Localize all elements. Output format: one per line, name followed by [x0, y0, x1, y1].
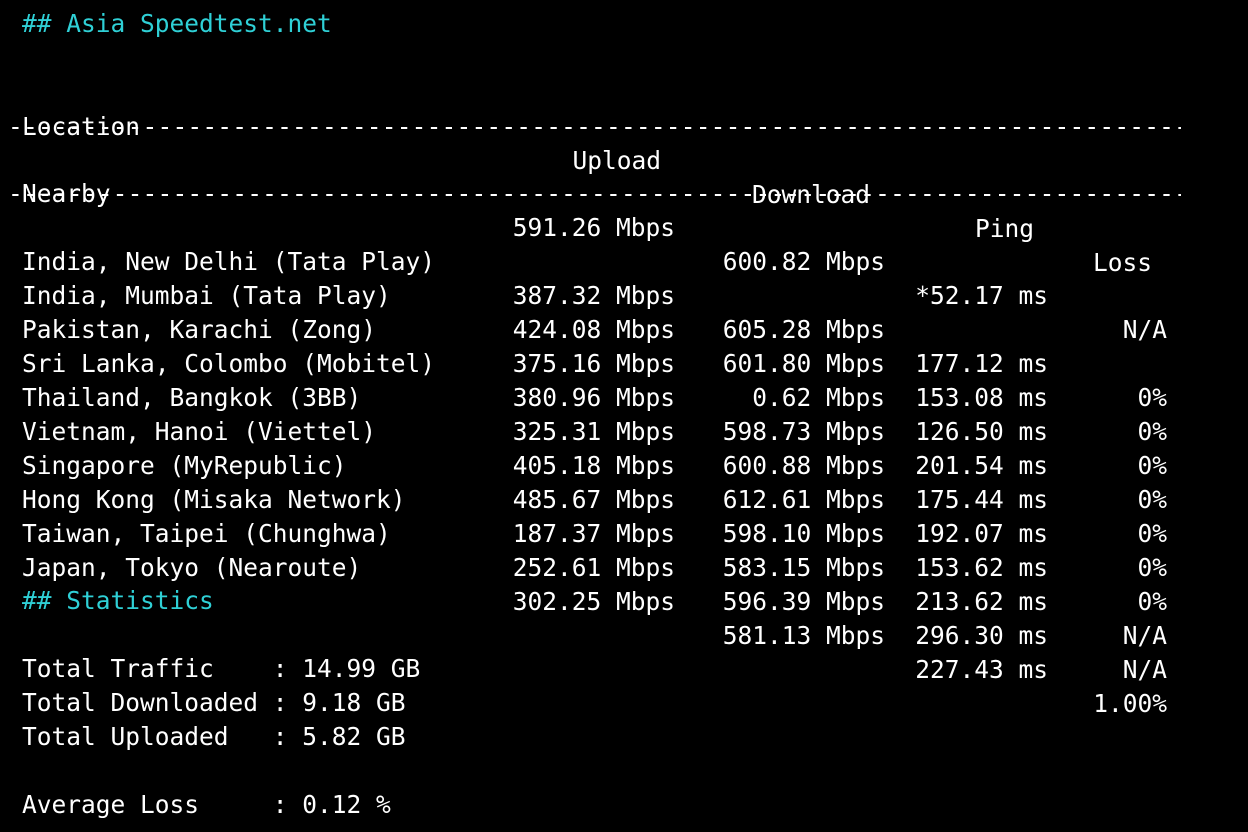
row-loss: N/A: [1122, 621, 1167, 650]
table-row: Singapore (MyRepublic) 485.67 Mbps 598.1…: [0, 415, 1248, 616]
table-row: India, Mumbai (Tata Play) 424.08 Mbps 60…: [0, 245, 1248, 446]
table-row: Taiwan, Taipei (Chunghwa) 252.61 Mbps 59…: [0, 483, 1248, 684]
row-ping: 296.30 ms: [915, 621, 1048, 650]
table-header: Location Upload Download Ping Loss: [0, 76, 1248, 277]
row-loss: 0%: [1137, 587, 1167, 616]
table-row: Thailand, Bangkok (3BB) 325.31 Mbps 600.…: [0, 347, 1248, 548]
row-loss: 1.00%: [1093, 689, 1167, 718]
row-loss: N/A: [1122, 655, 1167, 684]
row-download: 596.39 Mbps: [722, 587, 885, 616]
row-location: Japan, Tokyo (Nearoute): [22, 553, 362, 582]
table-row: Vietnam, Hanoi (Viettel) 405.18 Mbps 612…: [0, 381, 1248, 582]
row-upload: 302.25 Mbps: [512, 587, 675, 616]
table-row: Hong Kong (Misaka Network) 187.37 Mbps 5…: [0, 449, 1248, 650]
row-upload: 252.61 Mbps: [512, 553, 675, 582]
nearby-row: Nearby 591.26 Mbps 600.82 Mbps *52.17 ms…: [0, 143, 1248, 344]
separator-top: ----------------------------------------…: [8, 112, 1181, 141]
terminal-window: ## Asia Speedtest.net Location Upload Do…: [0, 0, 1248, 832]
table-row: Japan, Tokyo (Nearoute) 302.25 Mbps 581.…: [0, 517, 1248, 718]
separator-bottom: ----------------------------------------…: [8, 179, 1181, 208]
table-row: India, New Delhi (Tata Play) 387.32 Mbps…: [0, 211, 1248, 412]
row-ping: 153.62 ms: [915, 553, 1048, 582]
table-row: Sri Lanka, Colombo (Mobitel) 380.96 Mbps…: [0, 313, 1248, 514]
row-loss: 0%: [1137, 553, 1167, 582]
asia-speedtest-heading: ## Asia Speedtest.net: [22, 9, 332, 38]
row-download: 583.15 Mbps: [722, 553, 885, 582]
stat-total-uploaded: Total Uploaded : 5.82 GB: [22, 722, 406, 751]
table-row: Pakistan, Karachi (Zong) 375.16 Mbps 0.6…: [0, 279, 1248, 480]
stat-total-traffic: Total Traffic : 14.99 GB: [22, 654, 421, 683]
row-download: 581.13 Mbps: [722, 621, 885, 650]
row-ping: 227.43 ms: [915, 655, 1048, 684]
stat-total-downloaded: Total Downloaded : 9.18 GB: [22, 688, 406, 717]
row-ping: 213.62 ms: [915, 587, 1048, 616]
stat-average-loss: Average Loss : 0.12 %: [22, 790, 391, 819]
statistics-heading: ## Statistics: [22, 586, 214, 615]
